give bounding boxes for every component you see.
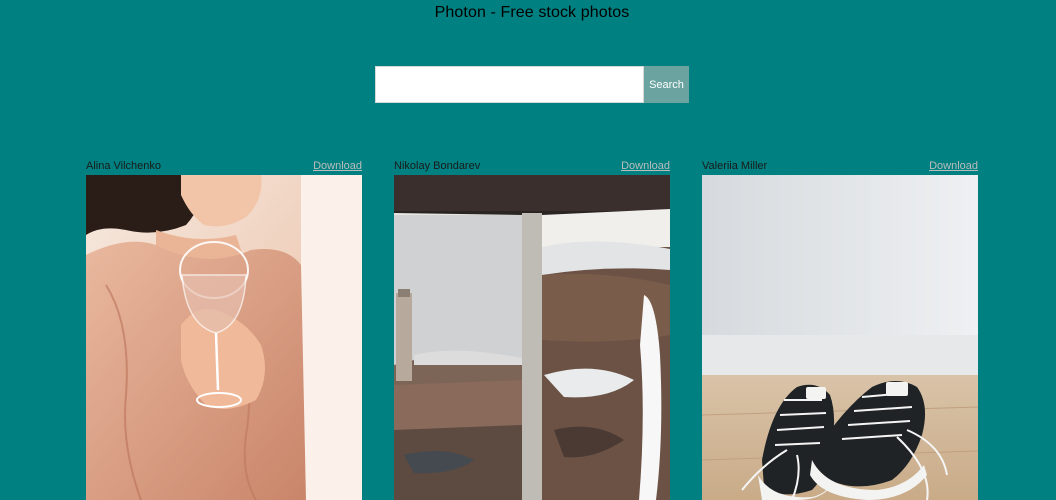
photo-card: Valeriia Miller Download <box>702 156 978 500</box>
download-link[interactable]: Download <box>929 160 978 172</box>
photo-image[interactable] <box>394 175 670 500</box>
photo-author: Valeriia Miller <box>702 159 768 172</box>
search-button[interactable]: Search <box>644 66 689 103</box>
download-link[interactable]: Download <box>313 160 362 172</box>
woman-wine-glass-image <box>86 175 362 500</box>
photo-card-header: Valeriia Miller Download <box>702 156 978 175</box>
search-bar: Search <box>375 66 689 103</box>
photo-gallery: Alina Vilchenko Download Nikolay Bondare… <box>86 156 978 500</box>
photo-card-header: Nikolay Bondarev Download <box>394 156 670 175</box>
photo-card: Nikolay Bondarev Download <box>394 156 670 500</box>
photo-image[interactable] <box>86 175 362 500</box>
photo-author: Alina Vilchenko <box>86 159 162 172</box>
photo-card: Alina Vilchenko Download <box>86 156 362 500</box>
sneakers-image <box>702 175 978 500</box>
download-link[interactable]: Download <box>621 160 670 172</box>
open-book-image <box>394 175 670 500</box>
page-title: Photon - Free stock photos <box>434 4 630 21</box>
photo-card-header: Alina Vilchenko Download <box>86 156 362 175</box>
photo-image[interactable] <box>702 175 978 500</box>
search-input[interactable] <box>375 66 644 103</box>
photo-author: Nikolay Bondarev <box>394 159 481 172</box>
